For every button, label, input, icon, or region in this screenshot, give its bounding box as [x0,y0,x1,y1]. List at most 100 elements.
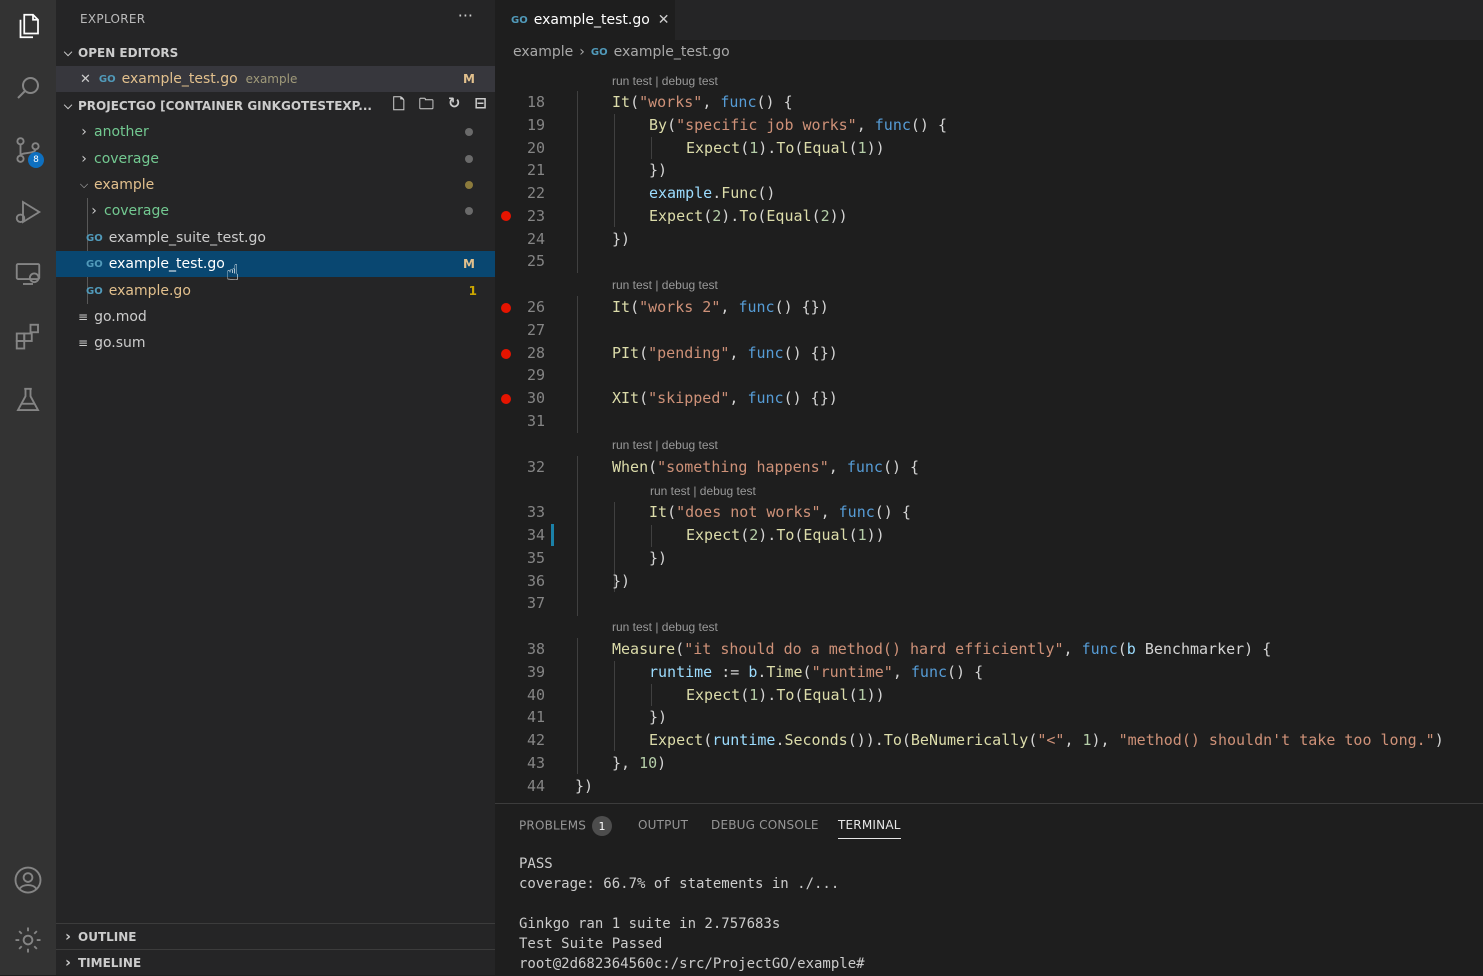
editor-area: GO example_test.go ✕ example › GO exampl… [495,0,1483,803]
modified-status: M [463,257,475,271]
tree-file-example-go[interactable]: GO example.go 1 [56,278,495,304]
open-editors-label: OPEN EDITORS [78,46,179,60]
breadcrumb-folder[interactable]: example [513,44,573,60]
account-icon[interactable] [8,860,48,900]
tree-label: example.go [108,283,191,299]
codelens-run-debug[interactable]: run test | debug test [612,620,718,634]
code-line: }) [612,572,631,590]
explorer-title: EXPLORER [80,12,146,26]
tab-example-test[interactable]: GO example_test.go ✕ [495,0,675,40]
testing-icon[interactable] [8,380,48,420]
tree-folder-example[interactable]: ⌵ example [56,172,495,198]
text-file-icon: ≡ [78,336,89,350]
line-number: 28 [526,344,545,362]
breadcrumb-file[interactable]: example_test.go [614,44,730,60]
tree-label: example [94,177,155,193]
problems-count-badge: 1 [592,816,613,836]
breadcrumb: example › GO example_test.go [513,44,730,60]
open-editor-item[interactable]: ✕ GO example_test.go example M [56,66,495,92]
tab-terminal[interactable]: TERMINAL [838,818,901,839]
tree-folder-example-coverage[interactable]: › coverage [56,198,495,224]
go-file-icon: GO [86,258,103,270]
line-number: 34 [526,526,545,544]
chevron-right-icon: › [91,203,97,219]
codelens-run-debug[interactable]: run test | debug test [612,438,718,452]
terminal-output[interactable]: PASS coverage: 66.7% of statements in ./… [519,854,865,974]
line-number: 26 [526,298,545,316]
tree-label: example_suite_test.go [108,230,266,246]
code-editor[interactable]: run test | debug test run test | debug t… [495,66,1483,803]
line-number: 42 [526,731,545,749]
close-icon[interactable]: ✕ [658,12,670,28]
source-control-icon[interactable]: 8 [8,130,48,170]
indent-guide [577,91,578,273]
open-editors-header[interactable]: ⌵ OPEN EDITORS [56,40,495,66]
code-line: }) [649,708,668,726]
tree-file-example-suite-test[interactable]: GO example_suite_test.go [56,225,495,251]
line-number: 27 [526,321,545,339]
go-file-icon: GO [511,14,528,26]
tree-file-go-mod[interactable]: ≡ go.mod [56,304,495,330]
code-line: It("works", func() { [612,93,793,111]
new-file-icon[interactable]: 🗋 [393,94,405,119]
extensions-icon[interactable] [8,316,48,356]
tree-file-go-sum[interactable]: ≡ go.sum [56,330,495,356]
code-line: }) [575,777,594,795]
line-number: 39 [526,663,545,681]
codelens-run-debug[interactable]: run test | debug test [612,74,718,88]
line-number: 31 [526,412,545,430]
code-line: When("something happens", func() { [612,458,920,476]
timeline-section[interactable]: › TIMELINE [56,949,495,976]
new-folder-icon[interactable]: 🗀 [419,94,434,119]
indent-guide [651,525,652,547]
chevron-right-icon: › [579,44,585,60]
run-debug-icon[interactable] [8,192,48,232]
open-editor-filename: example_test.go [121,71,238,87]
go-file-icon: GO [86,232,103,244]
indent-guide [651,137,652,159]
line-number: 22 [526,184,545,202]
line-number: 41 [526,708,545,726]
close-icon[interactable]: ✕ [80,72,91,87]
indent-guide [614,661,615,751]
line-number: 37 [526,594,545,612]
text-file-icon: ≡ [78,310,89,324]
tree-folder-coverage[interactable]: › coverage [56,146,495,172]
tree-file-example-test[interactable]: GO example_test.go M ☝ [56,251,495,286]
line-number: 43 [526,754,545,772]
collapse-all-icon[interactable]: ⊟ [474,94,487,119]
remote-explorer-icon[interactable] [8,254,48,294]
project-header[interactable]: ⌵ PROJECTGO [CONTAINER GINKGOTESTEXP... … [56,93,495,119]
status-dot [465,128,473,136]
tab-output[interactable]: OUTPUT [638,818,688,832]
code-line: By("specific job works", func() { [649,116,948,134]
tab-problems[interactable]: PROBLEMS 1 [519,816,613,836]
line-number: 19 [526,116,545,134]
outline-section[interactable]: › OUTLINE [56,923,495,950]
code-line: It("works 2", func() {}) [612,298,829,316]
search-icon[interactable] [8,68,48,108]
tab-debug-console[interactable]: DEBUG CONSOLE [711,818,819,832]
status-dot [465,207,473,215]
codelens-run-debug[interactable]: run test | debug test [650,484,756,498]
explorer-actions: 🗋 🗀 ↻ ⊟ [393,94,487,119]
more-actions-icon[interactable]: ··· [458,6,473,25]
codelens-run-debug[interactable]: run test | debug test [612,278,718,292]
code-line: runtime := b.Time("runtime", func() { [649,663,984,681]
scm-badge: 8 [28,152,44,168]
line-number: 20 [526,139,545,157]
indent-guide [651,684,652,706]
refresh-icon[interactable]: ↻ [448,94,461,119]
code-line: Measure("it should do a method() hard ef… [612,640,1272,658]
chevron-right-icon: › [65,955,71,971]
tree-folder-another[interactable]: › another [56,119,495,145]
code-line: example.Func() [649,184,776,202]
chevron-right-icon: › [65,929,71,945]
files-icon[interactable] [8,6,48,46]
settings-gear-icon[interactable] [8,920,48,960]
open-editor-folder: example [245,72,298,86]
code-line: }) [649,549,668,567]
status-dot [465,155,473,163]
go-file-icon: GO [590,46,608,58]
chevron-down-icon: ⌵ [63,46,73,59]
